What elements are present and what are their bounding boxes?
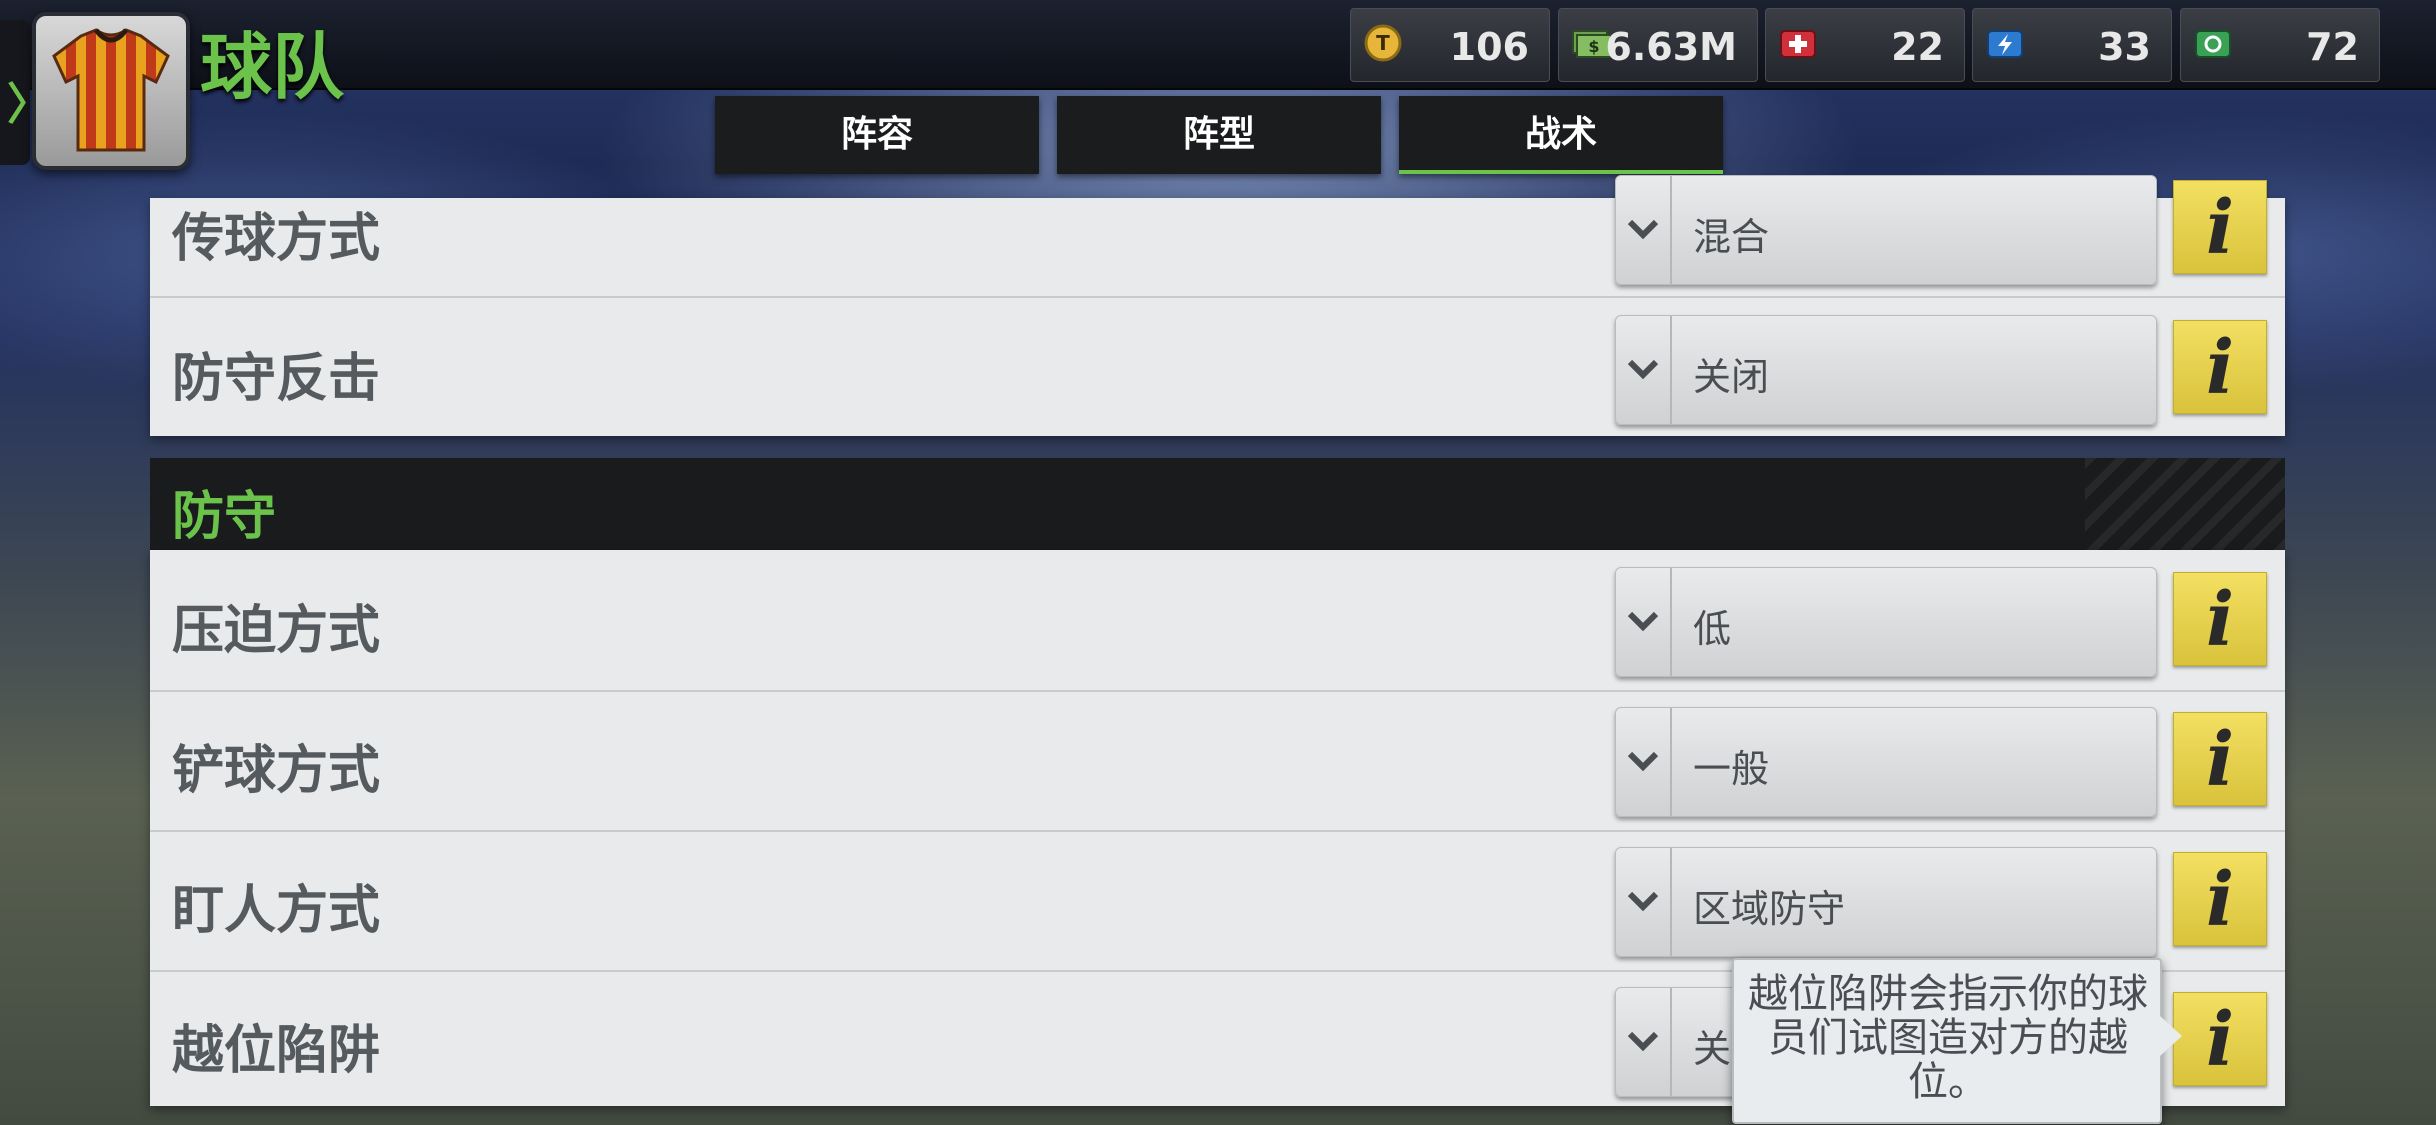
info-button[interactable]: i <box>2173 992 2267 1086</box>
medical-counter[interactable]: 22 <box>1765 8 1965 82</box>
chevron-down-icon <box>1616 176 1672 284</box>
jersey-icon <box>52 28 170 152</box>
setting-label: 盯人方式 <box>172 881 381 941</box>
attack-settings-panel: 传球方式 混合 i 防守反击 关闭 i <box>150 175 2285 438</box>
info-button[interactable]: i <box>2173 180 2267 274</box>
info-button[interactable]: i <box>2173 852 2267 946</box>
passing-style-dropdown[interactable]: 混合 <box>1615 175 2157 285</box>
cash-counter[interactable]: $ 6.63M <box>1558 8 1758 82</box>
chevron-down-icon <box>1616 988 1672 1096</box>
info-icon: i <box>2205 717 2235 803</box>
counter-attack-dropdown[interactable]: 关闭 <box>1615 315 2157 425</box>
money-icon <box>2195 30 2231 58</box>
setting-label: 铲球方式 <box>172 741 381 801</box>
cash-value: 6.63M <box>1605 25 1737 69</box>
setting-label: 防守反击 <box>172 349 381 409</box>
setting-row-counter-attack: 防守反击 关闭 i <box>150 298 2285 438</box>
info-icon: i <box>2205 185 2235 271</box>
tooltip-pointer <box>2160 1016 2182 1056</box>
token-value: 106 <box>1449 25 1529 69</box>
energy-value: 33 <box>2098 25 2151 69</box>
setting-label: 越位陷阱 <box>172 1021 381 1081</box>
side-menu-toggle[interactable]: 〉 <box>0 20 51 165</box>
info-icon: i <box>2205 325 2235 411</box>
setting-label: 传球方式 <box>172 209 381 269</box>
chevron-down-icon <box>1616 708 1672 816</box>
medical-kit-icon <box>1780 30 1816 58</box>
dropdown-value: 一般 <box>1693 747 1770 791</box>
svg-text:T: T <box>1376 31 1390 55</box>
chevron-down-icon <box>1616 848 1672 956</box>
team-jersey-avatar[interactable] <box>32 12 190 170</box>
info-button[interactable]: i <box>2173 572 2267 666</box>
setting-label: 压迫方式 <box>172 601 381 661</box>
defense-section-header: 防守 <box>150 458 2285 550</box>
marking-dropdown[interactable]: 区域防守 <box>1615 847 2157 957</box>
token-coin-icon: T <box>1364 24 1402 62</box>
section-title: 防守 <box>172 487 277 547</box>
medical-value: 22 <box>1891 25 1944 69</box>
offside-trap-tooltip: 越位陷阱会指示你的球员们试图造对方的越位。 <box>1732 958 2182 1124</box>
energy-counter[interactable]: 33 <box>1972 8 2172 82</box>
info-icon: i <box>2205 577 2235 663</box>
setting-row-marking: 盯人方式 区域防守 i <box>150 830 2285 972</box>
setting-row-pressing: 压迫方式 低 i <box>150 550 2285 692</box>
info-icon: i <box>2205 997 2235 1083</box>
setting-row-tackling: 铲球方式 一般 i <box>150 690 2285 832</box>
svg-text:$: $ <box>1588 37 1599 56</box>
info-button[interactable]: i <box>2173 320 2267 414</box>
info-button[interactable]: i <box>2173 712 2267 806</box>
chevron-down-icon <box>1616 316 1672 424</box>
chevron-down-icon <box>1616 568 1672 676</box>
screen-title: 球队 <box>200 25 345 109</box>
tackling-dropdown[interactable]: 一般 <box>1615 707 2157 817</box>
money-value: 72 <box>2306 25 2359 69</box>
tooltip-text: 越位陷阱会指示你的球员们试图造对方的越位。 <box>1748 971 2148 1105</box>
setting-row-passing: 传球方式 混合 i <box>150 158 2285 298</box>
money-counter[interactable]: 72 <box>2180 8 2380 82</box>
pressing-dropdown[interactable]: 低 <box>1615 567 2157 677</box>
dropdown-value: 关 <box>1693 1027 1732 1071</box>
info-icon: i <box>2205 857 2235 943</box>
dropdown-value: 关闭 <box>1693 355 1770 399</box>
dropdown-value: 区域防守 <box>1693 887 1846 931</box>
dropdown-value: 低 <box>1693 607 1732 651</box>
energy-bolt-icon <box>1987 30 2023 58</box>
token-counter[interactable]: T 106 <box>1350 8 1550 82</box>
dropdown-value: 混合 <box>1693 215 1770 259</box>
